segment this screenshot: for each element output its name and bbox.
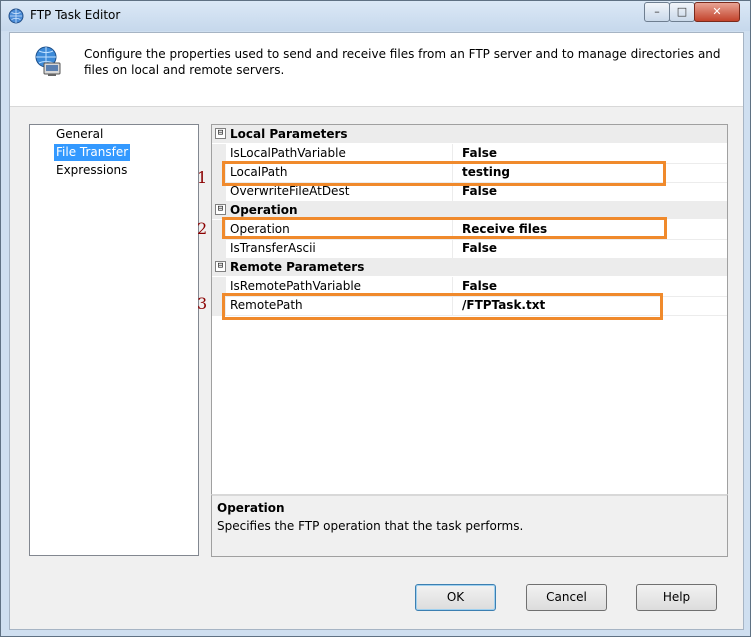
property-name: IsTransferAscii xyxy=(230,241,316,255)
property-row-localpath[interactable]: LocalPath testing xyxy=(212,163,727,183)
category-local-parameters[interactable]: ⊟ Local Parameters xyxy=(212,125,727,143)
property-row-istransferascii[interactable]: IsTransferAscii False xyxy=(212,239,727,259)
minimize-button[interactable]: – xyxy=(644,2,670,22)
minimize-icon: – xyxy=(654,5,660,18)
column-divider xyxy=(452,296,453,315)
row-margin xyxy=(212,144,226,163)
maximize-icon: □ xyxy=(676,5,688,18)
annotation-number-3: 3 xyxy=(197,294,208,313)
cancel-button[interactable]: Cancel xyxy=(526,584,607,611)
category-operation[interactable]: ⊟ Operation xyxy=(212,201,727,219)
property-value[interactable]: Receive files xyxy=(462,222,547,236)
dialog-header: Configure the properties used to send an… xyxy=(10,33,743,107)
property-value[interactable]: /FTPTask.txt xyxy=(462,298,545,312)
title-bar[interactable]: FTP Task Editor – □ ✕ xyxy=(1,1,750,31)
ftp-task-icon xyxy=(8,8,24,24)
property-name: Operation xyxy=(230,222,290,236)
property-name: LocalPath xyxy=(230,165,288,179)
property-row-remotepath[interactable]: RemotePath /FTPTask.txt xyxy=(212,296,727,316)
property-value[interactable]: False xyxy=(462,279,497,293)
column-divider xyxy=(452,220,453,239)
ftp-task-editor-window: FTP Task Editor – □ ✕ Configure the prop… xyxy=(0,0,751,637)
property-row-islocalpathvariable[interactable]: IsLocalPathVariable False xyxy=(212,144,727,164)
property-name: OverwriteFileAtDest xyxy=(230,184,350,198)
header-description: Configure the properties used to send an… xyxy=(84,47,721,77)
row-margin xyxy=(212,277,226,296)
row-margin xyxy=(212,296,226,315)
column-divider xyxy=(452,144,453,163)
nav-item-general[interactable]: General xyxy=(54,126,105,143)
category-remote-parameters[interactable]: ⊟ Remote Parameters xyxy=(212,258,727,276)
property-value[interactable]: False xyxy=(462,146,497,160)
ok-button[interactable]: OK xyxy=(415,584,496,611)
annotation-number-2: 2 xyxy=(197,219,208,238)
property-description-pane: Operation Specifies the FTP operation th… xyxy=(211,494,728,557)
globe-computer-icon xyxy=(35,46,61,76)
property-name: IsLocalPathVariable xyxy=(230,146,346,160)
category-label: Local Parameters xyxy=(230,127,348,141)
collapse-icon[interactable]: ⊟ xyxy=(215,204,226,215)
annotation-number-1: 1 xyxy=(197,168,208,187)
close-icon: ✕ xyxy=(712,5,722,18)
property-row-isremotepathvariable[interactable]: IsRemotePathVariable False xyxy=(212,277,727,297)
property-value[interactable]: testing xyxy=(462,165,510,179)
column-divider xyxy=(452,239,453,258)
row-margin xyxy=(212,239,226,258)
property-grid: ⊟ Local Parameters IsLocalPathVariable F… xyxy=(211,124,728,496)
help-button[interactable]: Help xyxy=(636,584,717,611)
column-divider xyxy=(452,182,453,201)
category-label: Remote Parameters xyxy=(230,260,365,274)
nav-item-expressions[interactable]: Expressions xyxy=(54,162,129,179)
property-row-overwritefileatdest[interactable]: OverwriteFileAtDest False xyxy=(212,182,727,202)
nav-item-file-transfer[interactable]: File Transfer xyxy=(54,144,131,161)
close-button[interactable]: ✕ xyxy=(694,2,740,22)
row-margin xyxy=(212,182,226,201)
maximize-button[interactable]: □ xyxy=(669,2,695,22)
property-value[interactable]: False xyxy=(462,184,497,198)
window-title: FTP Task Editor xyxy=(30,8,121,22)
description-title: Operation xyxy=(217,501,285,515)
page-nav-list: General File Transfer Expressions xyxy=(29,124,199,556)
property-name: RemotePath xyxy=(230,298,303,312)
collapse-icon[interactable]: ⊟ xyxy=(215,261,226,272)
column-divider xyxy=(452,277,453,296)
category-label: Operation xyxy=(230,203,298,217)
row-margin xyxy=(212,220,226,239)
property-value[interactable]: False xyxy=(462,241,497,255)
collapse-icon[interactable]: ⊟ xyxy=(215,128,226,139)
property-row-operation[interactable]: Operation Receive files xyxy=(212,220,727,240)
column-divider xyxy=(452,163,453,182)
property-name: IsRemotePathVariable xyxy=(230,279,362,293)
dialog-client-area: Configure the properties used to send an… xyxy=(9,32,744,630)
description-text: Specifies the FTP operation that the tas… xyxy=(217,519,524,533)
row-margin xyxy=(212,163,226,182)
